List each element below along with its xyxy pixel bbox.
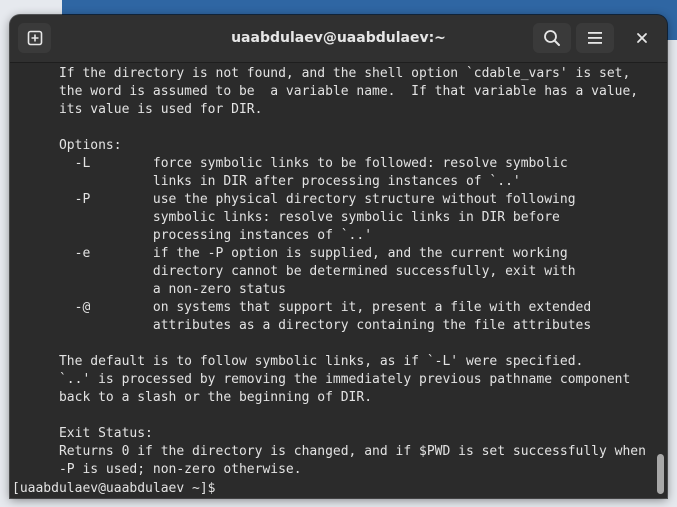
terminal-line: back to a slash or the beginning of DIR.	[12, 390, 373, 405]
header-bar: uaabdulaev@uaabdulaev:~	[10, 15, 667, 63]
search-icon	[543, 29, 561, 47]
terminal-line: directory cannot be determined successfu…	[12, 264, 576, 279]
terminal-line: its value is used for DIR.	[12, 102, 263, 117]
terminal-line: processing instances of `..'	[12, 228, 373, 243]
terminal-line: links in DIR after processing instances …	[12, 174, 521, 189]
scrollbar-thumb[interactable]	[657, 454, 664, 494]
scrollbar[interactable]	[654, 63, 667, 498]
new-tab-button[interactable]	[18, 23, 51, 53]
terminal-line: -L force symbolic links to be followed: …	[12, 156, 568, 171]
terminal-line: -@ on systems that support it, present a…	[12, 300, 592, 315]
terminal-line: `..' is processed by removing the immedi…	[12, 372, 631, 387]
close-icon	[636, 32, 648, 44]
terminal-line: the word is assumed to be a variable nam…	[12, 84, 639, 99]
terminal-line: a non-zero status	[12, 282, 286, 297]
desktop-background: uaabdulaev@uaabdulaev:~ If the directory…	[0, 0, 677, 507]
shell-prompt: [uaabdulaev@uaabdulaev ~]$	[12, 481, 224, 496]
close-button[interactable]	[626, 23, 658, 53]
terminal-output[interactable]: If the directory is not found, and the s…	[10, 63, 654, 498]
hamburger-menu-icon	[587, 31, 603, 45]
terminal-window: uaabdulaev@uaabdulaev:~ If the directory…	[10, 15, 667, 498]
terminal-line: Options:	[12, 138, 122, 153]
terminal-line: -e if the -P option is supplied, and the…	[12, 246, 568, 261]
text-cursor	[223, 479, 231, 494]
terminal-line: Exit Status:	[12, 426, 153, 441]
new-tab-icon	[27, 30, 43, 46]
terminal-line: -P use the physical directory structure …	[12, 192, 576, 207]
shell-prompt-line[interactable]: [uaabdulaev@uaabdulaev ~]$	[12, 479, 646, 497]
terminal-line: The default is to follow symbolic links,…	[12, 354, 584, 369]
window-title: uaabdulaev@uaabdulaev:~	[231, 30, 446, 46]
terminal-line: Returns 0 if the directory is changed, a…	[12, 444, 646, 459]
terminal-line: -P is used; non-zero otherwise.	[12, 462, 302, 477]
terminal-line: attributes as a directory containing the…	[12, 318, 592, 333]
terminal-line: If the directory is not found, and the s…	[12, 66, 631, 81]
search-button[interactable]	[533, 23, 571, 53]
terminal-lines: If the directory is not found, and the s…	[12, 65, 646, 497]
terminal-line: symbolic links: resolve symbolic links i…	[12, 210, 560, 225]
menu-button[interactable]	[576, 23, 614, 53]
